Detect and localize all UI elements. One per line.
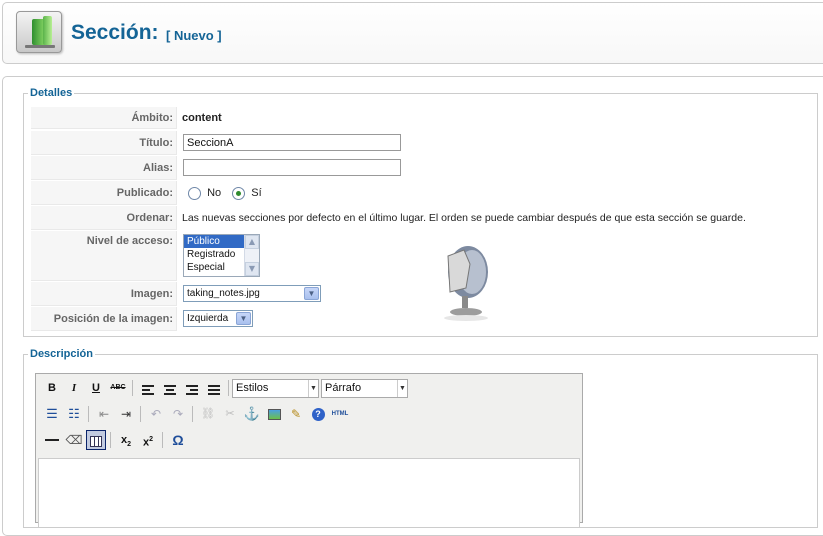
row-ordenar: Ordenar: Las nuevas secciones por defect… — [31, 206, 817, 230]
description-legend: Descripción — [30, 348, 93, 360]
outdent-icon[interactable]: ⇤ — [94, 404, 114, 424]
publicado-no-label: No — [207, 187, 222, 200]
page-header: Sección: [ Nuevo ] — [2, 2, 823, 64]
posicion-imagen-select-value: Izquierda — [187, 313, 229, 324]
publicado-si-radio[interactable] — [232, 187, 246, 200]
publicado-label: Publicado: — [31, 181, 177, 205]
nivel-acceso-option[interactable]: Público — [184, 235, 244, 248]
nivel-acceso-label: Nivel de acceso: — [31, 231, 177, 281]
chevron-down-icon[interactable]: ▼ — [304, 287, 319, 300]
image-preview — [436, 244, 496, 322]
help-icon[interactable]: ? — [308, 404, 328, 424]
ordenar-label: Ordenar: — [31, 206, 177, 230]
bold-icon[interactable]: B — [42, 378, 62, 398]
taking-notes-image — [444, 246, 488, 321]
alias-label: Alias: — [31, 156, 177, 180]
chevron-down-icon[interactable]: ▼ — [236, 312, 251, 325]
align-left-icon[interactable] — [138, 378, 158, 398]
redo-icon[interactable]: ↷ — [168, 404, 188, 424]
listbox-scrollbar[interactable]: ▲ ▼ — [244, 235, 259, 276]
align-justify-icon[interactable] — [204, 378, 224, 398]
toolbar-row-1: B I U ABC Estilos ▼ Párrafo ▼ — [40, 378, 580, 398]
chevron-down-icon[interactable]: ▼ — [308, 380, 318, 397]
nivel-acceso-option[interactable]: Especial — [184, 261, 244, 274]
format-select-value: Párrafo — [325, 382, 362, 394]
underline-icon[interactable]: U — [86, 378, 106, 398]
imagen-select-value: taking_notes.jpg — [187, 288, 260, 299]
details-legend: Detalles — [30, 87, 73, 99]
numbered-list-icon[interactable]: ☷ — [64, 404, 84, 424]
toolbar-row-2: ☰ ☷ ⇤ ⇥ ↶ ↷ ⛓ ✂ ⚓ ✎ ? HTML — [40, 404, 580, 424]
styles-select-value: Estilos — [236, 382, 269, 394]
posicion-imagen-select[interactable]: Izquierda ▼ — [183, 310, 253, 327]
publicado-no-radio[interactable] — [188, 187, 201, 200]
row-publicado: Publicado: No Sí — [31, 181, 817, 205]
row-nivel-acceso: Nivel de acceso: Público Registrado Espe… — [31, 231, 817, 281]
row-alias: Alias: — [31, 156, 817, 180]
posicion-imagen-label: Posición de la imagen: — [31, 307, 177, 331]
row-posicion-imagen: Posición de la imagen: Izquierda ▼ — [31, 307, 817, 331]
styles-select[interactable]: Estilos ▼ — [232, 379, 319, 398]
cleanup-icon[interactable]: ✎ — [286, 404, 306, 424]
unlink-icon[interactable]: ✂ — [220, 404, 240, 424]
html-source-icon[interactable]: HTML — [330, 404, 350, 424]
strikethrough-icon[interactable]: ABC — [108, 378, 128, 398]
horizontal-rule-icon[interactable] — [42, 430, 62, 450]
nivel-acceso-option[interactable]: Registrado — [184, 248, 244, 261]
superscript-icon[interactable]: x2 — [138, 430, 158, 450]
ordenar-text: Las nuevas secciones por defecto en el ú… — [182, 212, 746, 224]
alias-input[interactable] — [183, 159, 401, 176]
section-manager-icon — [16, 11, 62, 53]
imagen-select[interactable]: taking_notes.jpg ▼ — [183, 285, 321, 302]
ambito-value: content — [182, 112, 222, 124]
align-center-icon[interactable] — [160, 378, 180, 398]
row-titulo: Título: SeccionA — [31, 131, 817, 155]
undo-icon[interactable]: ↶ — [146, 404, 166, 424]
titulo-input[interactable]: SeccionA — [183, 134, 401, 151]
toolbar-row-3: ⌫ x2 x2 Ω — [40, 430, 580, 450]
remove-format-icon[interactable]: ⌫ — [64, 430, 84, 450]
publicado-options: No Sí — [188, 187, 262, 200]
editor-content-area[interactable] — [38, 458, 580, 528]
page-subtitle: [ Nuevo ] — [166, 28, 222, 43]
image-icon[interactable] — [264, 404, 284, 424]
anchor-icon[interactable]: ⚓ — [242, 404, 262, 424]
align-right-icon[interactable] — [182, 378, 202, 398]
nivel-acceso-listbox[interactable]: Público Registrado Especial ▲ ▼ — [183, 234, 260, 277]
rich-text-editor: B I U ABC Estilos ▼ Párrafo ▼ ☰ ☷ ⇤ ⇥ ↶ … — [35, 373, 583, 528]
visual-aid-icon[interactable] — [86, 430, 106, 450]
link-icon[interactable]: ⛓ — [198, 404, 218, 424]
subscript-icon[interactable]: x2 — [116, 430, 136, 450]
special-char-icon[interactable]: Ω — [168, 430, 188, 450]
chevron-down-icon[interactable]: ▼ — [397, 380, 407, 397]
indent-icon[interactable]: ⇥ — [116, 404, 136, 424]
format-select[interactable]: Párrafo ▼ — [321, 379, 408, 398]
ambito-label: Ámbito: — [31, 107, 177, 129]
titulo-label: Título: — [31, 131, 177, 155]
publicado-si-label: Sí — [251, 187, 262, 200]
italic-icon[interactable]: I — [64, 378, 84, 398]
row-imagen: Imagen: taking_notes.jpg ▼ — [31, 282, 817, 306]
imagen-label: Imagen: — [31, 282, 177, 306]
row-ambito: Ámbito: content — [31, 107, 817, 129]
page-title: Sección: — [71, 21, 159, 44]
bullet-list-icon[interactable]: ☰ — [42, 404, 62, 424]
